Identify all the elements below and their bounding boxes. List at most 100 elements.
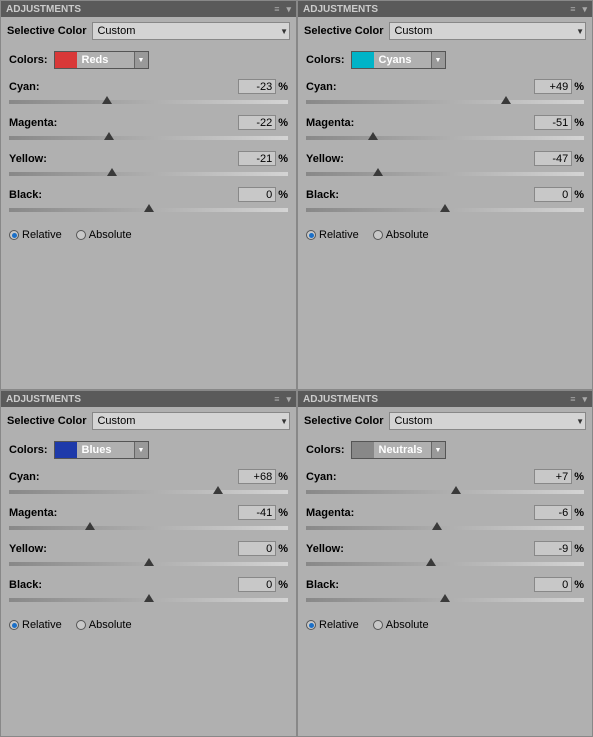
preset-select[interactable]: Custom bbox=[389, 22, 586, 40]
colors-row: Colors:Cyans▼ bbox=[306, 51, 584, 69]
grab-handle-icon[interactable]: ≡ bbox=[570, 4, 575, 15]
slider-thumb-icon[interactable] bbox=[432, 522, 442, 530]
slider-thumb-icon[interactable] bbox=[144, 558, 154, 566]
slider-thumb-icon[interactable] bbox=[104, 132, 114, 140]
slider-track-container[interactable] bbox=[306, 485, 584, 499]
slider-value-box[interactable]: +68 bbox=[238, 469, 276, 484]
slider-value-box[interactable]: 0 bbox=[238, 577, 276, 592]
slider-track-container[interactable] bbox=[9, 521, 288, 535]
slider-track-container[interactable] bbox=[9, 203, 288, 217]
radio-relative[interactable]: Relative bbox=[306, 619, 359, 631]
slider-track bbox=[306, 100, 584, 104]
color-swatch-button[interactable]: Reds▼ bbox=[54, 51, 149, 69]
slider-track-container[interactable] bbox=[306, 131, 584, 145]
slider-thumb-icon[interactable] bbox=[85, 522, 95, 530]
radio-absolute[interactable]: Absolute bbox=[76, 619, 132, 631]
color-block bbox=[352, 52, 374, 68]
color-swatch-button[interactable]: Cyans▼ bbox=[351, 51, 446, 69]
grab-handle-icon[interactable]: ≡ bbox=[570, 394, 575, 405]
slider-track-container[interactable] bbox=[9, 557, 288, 571]
slider-row-0: Cyan:+7% bbox=[306, 469, 584, 499]
grab-handle-icon[interactable]: ≡ bbox=[274, 394, 279, 405]
slider-value-box[interactable]: -22 bbox=[238, 115, 276, 130]
slider-value-wrap: -41% bbox=[238, 505, 288, 520]
color-swatch-button[interactable]: Blues▼ bbox=[54, 441, 149, 459]
radio-absolute[interactable]: Absolute bbox=[76, 229, 132, 241]
slider-value-wrap: 0% bbox=[238, 577, 288, 592]
slider-value-box[interactable]: -21 bbox=[238, 151, 276, 166]
slider-track-container[interactable] bbox=[306, 167, 584, 181]
slider-thumb-icon[interactable] bbox=[213, 486, 223, 494]
preset-select-wrapper: Custom▼ bbox=[389, 22, 586, 40]
slider-track-container[interactable] bbox=[306, 521, 584, 535]
preset-select[interactable]: Custom bbox=[92, 412, 290, 430]
collapse-icon[interactable]: ▾ bbox=[582, 4, 587, 15]
color-dropdown-arrow-icon[interactable]: ▼ bbox=[431, 52, 445, 68]
slider-thumb-icon[interactable] bbox=[440, 204, 450, 212]
slider-value-wrap: -6% bbox=[534, 505, 584, 520]
slider-track-container[interactable] bbox=[306, 95, 584, 109]
title-row: Selective ColorCustom▼ bbox=[1, 407, 296, 435]
slider-value-box[interactable]: +7 bbox=[534, 469, 572, 484]
slider-track-container[interactable] bbox=[306, 203, 584, 217]
panel-header-title: ADJUSTMENTS bbox=[303, 4, 378, 15]
slider-value-box[interactable]: -6 bbox=[534, 505, 572, 520]
slider-track-container[interactable] bbox=[9, 485, 288, 499]
slider-value-box[interactable]: -23 bbox=[238, 79, 276, 94]
slider-value-box[interactable]: 0 bbox=[238, 541, 276, 556]
collapse-icon[interactable]: ▾ bbox=[286, 394, 291, 405]
radio-row: Relative Absolute bbox=[306, 225, 584, 245]
slider-thumb-icon[interactable] bbox=[368, 132, 378, 140]
slider-value-box[interactable]: -9 bbox=[534, 541, 572, 556]
slider-value-box[interactable]: 0 bbox=[534, 187, 572, 202]
title-row: Selective ColorCustom▼ bbox=[1, 17, 296, 45]
slider-value-wrap: 0% bbox=[534, 577, 584, 592]
preset-select[interactable]: Custom bbox=[92, 22, 290, 40]
slider-track-container[interactable] bbox=[9, 95, 288, 109]
colors-row: Colors:Neutrals▼ bbox=[306, 441, 584, 459]
radio-relative[interactable]: Relative bbox=[9, 229, 62, 241]
slider-track-container[interactable] bbox=[9, 593, 288, 607]
slider-value-wrap: -47% bbox=[534, 151, 584, 166]
radio-absolute[interactable]: Absolute bbox=[373, 619, 429, 631]
color-swatch-button[interactable]: Neutrals▼ bbox=[351, 441, 446, 459]
slider-value-box[interactable]: -47 bbox=[534, 151, 572, 166]
slider-value-box[interactable]: -51 bbox=[534, 115, 572, 130]
slider-track bbox=[306, 136, 584, 140]
percent-label: % bbox=[574, 543, 584, 555]
color-dropdown-arrow-icon[interactable]: ▼ bbox=[431, 442, 445, 458]
collapse-icon[interactable]: ▾ bbox=[286, 4, 291, 15]
slider-thumb-icon[interactable] bbox=[440, 594, 450, 602]
slider-thumb-icon[interactable] bbox=[144, 204, 154, 212]
radio-absolute[interactable]: Absolute bbox=[373, 229, 429, 241]
preset-select[interactable]: Custom bbox=[389, 412, 586, 430]
slider-thumb-icon[interactable] bbox=[102, 96, 112, 104]
radio-relative[interactable]: Relative bbox=[306, 229, 359, 241]
slider-thumb-icon[interactable] bbox=[451, 486, 461, 494]
slider-track-container[interactable] bbox=[9, 131, 288, 145]
panel-header-icons: ≡▾ bbox=[570, 4, 587, 15]
grab-handle-icon[interactable]: ≡ bbox=[274, 4, 279, 15]
radio-relative[interactable]: Relative bbox=[9, 619, 62, 631]
percent-label: % bbox=[278, 117, 288, 129]
slider-value-box[interactable]: -41 bbox=[238, 505, 276, 520]
slider-row-3: Black:0% bbox=[306, 577, 584, 607]
radio-label: Relative bbox=[319, 619, 359, 631]
slider-track-container[interactable] bbox=[306, 557, 584, 571]
radio-row: Relative Absolute bbox=[9, 615, 288, 635]
slider-value-box[interactable]: 0 bbox=[534, 577, 572, 592]
slider-track-container[interactable] bbox=[306, 593, 584, 607]
color-dropdown-arrow-icon[interactable]: ▼ bbox=[134, 52, 148, 68]
slider-value-box[interactable]: +49 bbox=[534, 79, 572, 94]
color-dropdown-arrow-icon[interactable]: ▼ bbox=[134, 442, 148, 458]
slider-thumb-icon[interactable] bbox=[373, 168, 383, 176]
slider-thumb-icon[interactable] bbox=[107, 168, 117, 176]
slider-thumb-icon[interactable] bbox=[426, 558, 436, 566]
collapse-icon[interactable]: ▾ bbox=[582, 394, 587, 405]
slider-thumb-icon[interactable] bbox=[144, 594, 154, 602]
slider-row-2: Yellow:-47% bbox=[306, 151, 584, 181]
slider-value-box[interactable]: 0 bbox=[238, 187, 276, 202]
slider-thumb-icon[interactable] bbox=[501, 96, 511, 104]
radio-circle bbox=[9, 230, 19, 240]
slider-track-container[interactable] bbox=[9, 167, 288, 181]
